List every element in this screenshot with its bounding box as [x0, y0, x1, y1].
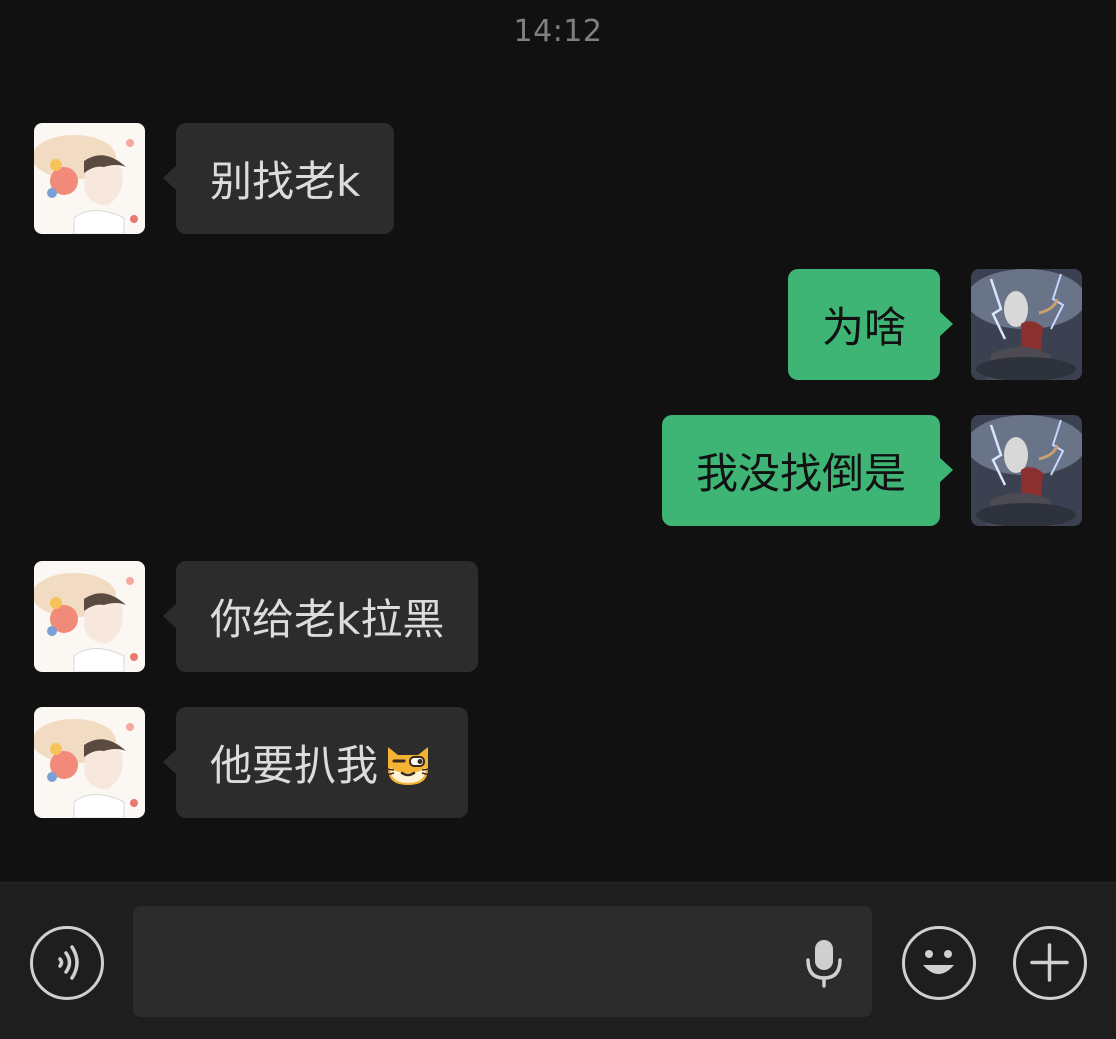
voice-mode-icon	[58, 945, 79, 980]
self-avatar[interactable]	[971, 415, 1082, 526]
self-avatar[interactable]	[971, 269, 1082, 380]
contact-avatar[interactable]	[34, 561, 145, 672]
emoji-button[interactable]	[902, 926, 976, 1000]
message-bubble[interactable]: 他要扒我	[162, 707, 469, 818]
contact-avatar[interactable]	[34, 123, 145, 234]
voice-mode-button[interactable]	[30, 926, 104, 1000]
message-text: 为啥	[821, 303, 906, 352]
microphone-icon[interactable]	[804, 938, 844, 988]
message-bubble[interactable]: 为啥	[787, 269, 954, 380]
message-text: 你给老k拉黑	[210, 595, 445, 644]
plus-icon	[1030, 943, 1069, 982]
input-toolbar	[0, 882, 1116, 1039]
smirking-cat-emoji	[382, 739, 434, 787]
timestamp: 14:12	[513, 14, 603, 49]
emoji-icon	[923, 950, 954, 974]
message-text: 他要扒我	[210, 741, 379, 790]
contact-avatar[interactable]	[34, 707, 145, 818]
message-text: 别找老k	[210, 157, 361, 206]
message-text: 我没找倒是	[695, 449, 906, 498]
message-input[interactable]	[133, 906, 872, 1017]
more-button[interactable]	[1013, 926, 1087, 1000]
message-bubble[interactable]: 我没找倒是	[661, 415, 954, 526]
message-bubble[interactable]: 别找老k	[162, 123, 395, 234]
message-bubble[interactable]: 你给老k拉黑	[162, 561, 479, 672]
